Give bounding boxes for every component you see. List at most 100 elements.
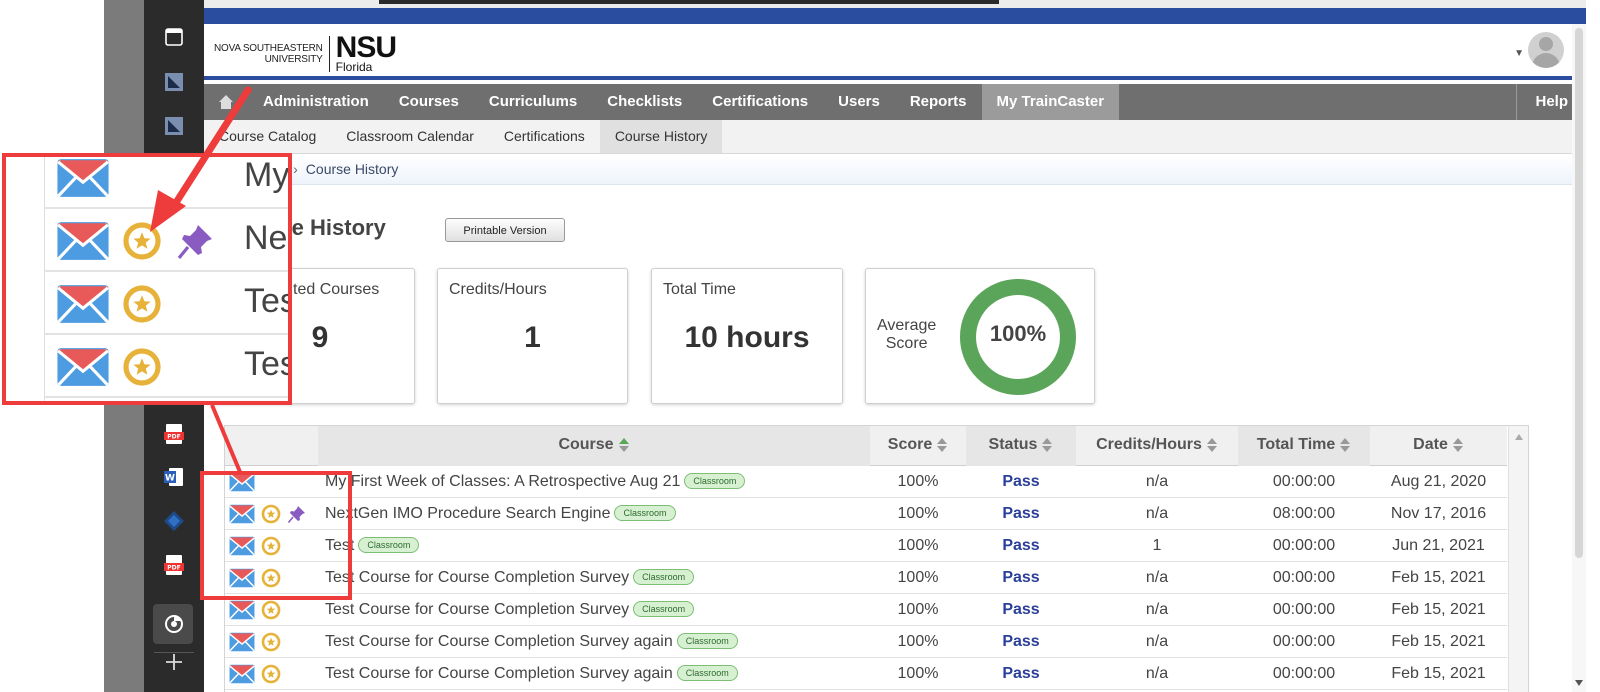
nav-my-traincaster[interactable]: My TrainCaster	[981, 84, 1120, 120]
classroom-badge: Classroom	[676, 632, 738, 649]
nav-courses[interactable]: Courses	[384, 84, 474, 120]
col-course[interactable]: Course	[318, 426, 870, 466]
mail-icon[interactable]	[229, 600, 255, 625]
site-header: NOVA SOUTHEASTERN UNIVERSITY NSU Florida…	[204, 24, 1586, 80]
credits-cell: n/a	[1145, 601, 1169, 618]
breadcrumb-current: Course History	[305, 161, 399, 177]
table-row[interactable]: Test Course for Course Completion Survey…	[225, 562, 1507, 594]
stat-card-total-time: Total Time 10 hours	[651, 268, 843, 404]
sort-icon	[1340, 437, 1351, 452]
pdf-icon[interactable]: PDF	[159, 419, 189, 449]
table-row[interactable]: NextGen IMO Procedure Search Engine Class…	[225, 498, 1507, 530]
zoom-row-text: My	[244, 156, 290, 194]
nav-users[interactable]: Users	[823, 84, 895, 120]
course-name[interactable]: NextGen IMO Procedure Search Engine	[325, 505, 610, 522]
time-cell: 08:00:00	[1272, 505, 1336, 522]
status-cell: Pass	[1002, 633, 1040, 650]
course-cell[interactable]: NextGen IMO Procedure Search Engine Class…	[325, 498, 676, 530]
zoom-row-text: Tes	[244, 282, 292, 320]
col-score[interactable]: Score	[870, 426, 966, 466]
tab-course-catalog[interactable]: Course Catalog	[204, 120, 331, 153]
home-icon[interactable]	[204, 84, 248, 120]
bookmark-icon[interactable]	[159, 67, 189, 97]
tab-certifications[interactable]: Certifications	[489, 120, 600, 153]
status-cell: Pass	[1002, 537, 1040, 554]
col-date[interactable]: Date	[1370, 426, 1507, 466]
mail-icon[interactable]	[229, 664, 255, 689]
course-cell[interactable]: My First Week of Classes: A Retrospectiv…	[325, 466, 746, 498]
browser-icon[interactable]	[159, 609, 189, 639]
scroll-thumb[interactable]	[1575, 28, 1583, 558]
stat-value: 1	[524, 321, 541, 354]
course-name[interactable]: Test Course for Course Completion Survey	[325, 569, 629, 586]
printable-version-button[interactable]: Printable Version	[445, 218, 565, 242]
col-total-time[interactable]: Total Time	[1238, 426, 1370, 466]
word-icon[interactable]: W	[159, 462, 189, 492]
pdf-icon[interactable]: PDF	[159, 550, 189, 580]
nsu-logo[interactable]: NOVA SOUTHEASTERN UNIVERSITY NSU Florida	[214, 33, 397, 74]
page-scrollbar[interactable]	[1572, 24, 1586, 692]
course-history-table: Course Score Status Credits/Hours Total …	[224, 425, 1529, 692]
nav-checklists[interactable]: Checklists	[592, 84, 697, 120]
mail-icon[interactable]	[229, 632, 255, 657]
chevron-down-icon[interactable]: ▼	[1514, 48, 1524, 59]
col-credits-hours[interactable]: Credits/Hours	[1076, 426, 1238, 466]
col-course-label: Course	[558, 436, 614, 453]
nav-certifications[interactable]: Certifications	[697, 84, 823, 120]
logo-mark: NSU Florida	[336, 33, 397, 74]
sort-icon	[618, 437, 629, 452]
plus-icon[interactable]	[159, 647, 189, 677]
score-cell: 100%	[897, 633, 939, 650]
date-cell: Feb 15, 2021	[1391, 569, 1486, 586]
course-cell[interactable]: Test Course for Course Completion Survey…	[325, 658, 738, 690]
course-cell[interactable]: Test Course for Course Completion Survey…	[325, 594, 695, 626]
zoom-row: Tes	[44, 335, 288, 398]
table-row[interactable]: Test Course for Course Completion Survey…	[225, 658, 1507, 690]
stat-card-average-score: Average Score 100%	[865, 268, 1095, 404]
diamond-icon[interactable]	[159, 506, 189, 536]
zoom-row: Tes	[44, 272, 292, 335]
nav-curriculums[interactable]: Curriculums	[474, 84, 592, 120]
star-badge-icon[interactable]	[261, 600, 281, 625]
scroll-down-icon[interactable]	[1575, 680, 1583, 686]
classroom-badge: Classroom	[633, 568, 695, 585]
col-status[interactable]: Status	[966, 426, 1076, 466]
scroll-up-icon[interactable]	[1515, 434, 1523, 440]
table-row[interactable]: Test Course for Course Completion Survey…	[225, 626, 1507, 658]
mail-icon	[56, 221, 110, 266]
table-row[interactable]: Test Course for Course Completion Survey…	[225, 594, 1507, 626]
logo-line-2: UNIVERSITY	[264, 54, 323, 65]
classroom-badge: Classroom	[358, 536, 420, 553]
course-cell[interactable]: Test Course for Course Completion Survey…	[325, 562, 695, 594]
course-cell[interactable]: Test Course for Course Completion Survey…	[325, 626, 738, 658]
table-row[interactable]: Test Classroom 100% Pass 1 00:00:00 Jun 21, 20…	[225, 530, 1507, 562]
date-cell: Nov 17, 2016	[1390, 505, 1487, 522]
stat-value: 9	[311, 321, 329, 354]
mail-icon	[56, 347, 110, 392]
bookmark-icon[interactable]	[159, 111, 189, 141]
user-avatar[interactable]	[1528, 32, 1564, 68]
star-badge-icon[interactable]	[261, 632, 281, 657]
table-row[interactable]: My First Week of Classes: A Retrospectiv…	[225, 466, 1507, 498]
sort-icon	[1452, 437, 1463, 452]
table-scrollbar[interactable]	[1508, 426, 1528, 692]
course-name[interactable]: Test Course for Course Completion Survey…	[325, 665, 673, 682]
col-score-label: Score	[887, 436, 933, 453]
stat-label: Credits/Hours	[449, 281, 547, 298]
main-nav: Administration Courses Curriculums Check…	[204, 84, 1586, 120]
tab-course-history[interactable]: Course History	[599, 120, 723, 153]
nav-reports[interactable]: Reports	[895, 84, 982, 120]
status-cell: Pass	[1002, 569, 1040, 586]
course-name[interactable]: Test Course for Course Completion Survey	[325, 601, 629, 618]
course-name[interactable]: Test Course for Course Completion Survey…	[325, 633, 673, 650]
status-cell: Pass	[1002, 473, 1040, 490]
tab-classroom-calendar[interactable]: Classroom Calendar	[331, 120, 489, 153]
star-badge-icon[interactable]	[261, 664, 281, 689]
course-name[interactable]: My First Week of Classes: A Retrospectiv…	[325, 473, 680, 490]
time-cell: 00:00:00	[1272, 537, 1336, 554]
nav-administration[interactable]: Administration	[248, 84, 384, 120]
window-icon[interactable]	[159, 22, 189, 52]
zoom-row-text: Ne	[244, 219, 288, 257]
zoom-row: My	[44, 156, 290, 209]
average-label-line-1: Average	[877, 317, 937, 334]
